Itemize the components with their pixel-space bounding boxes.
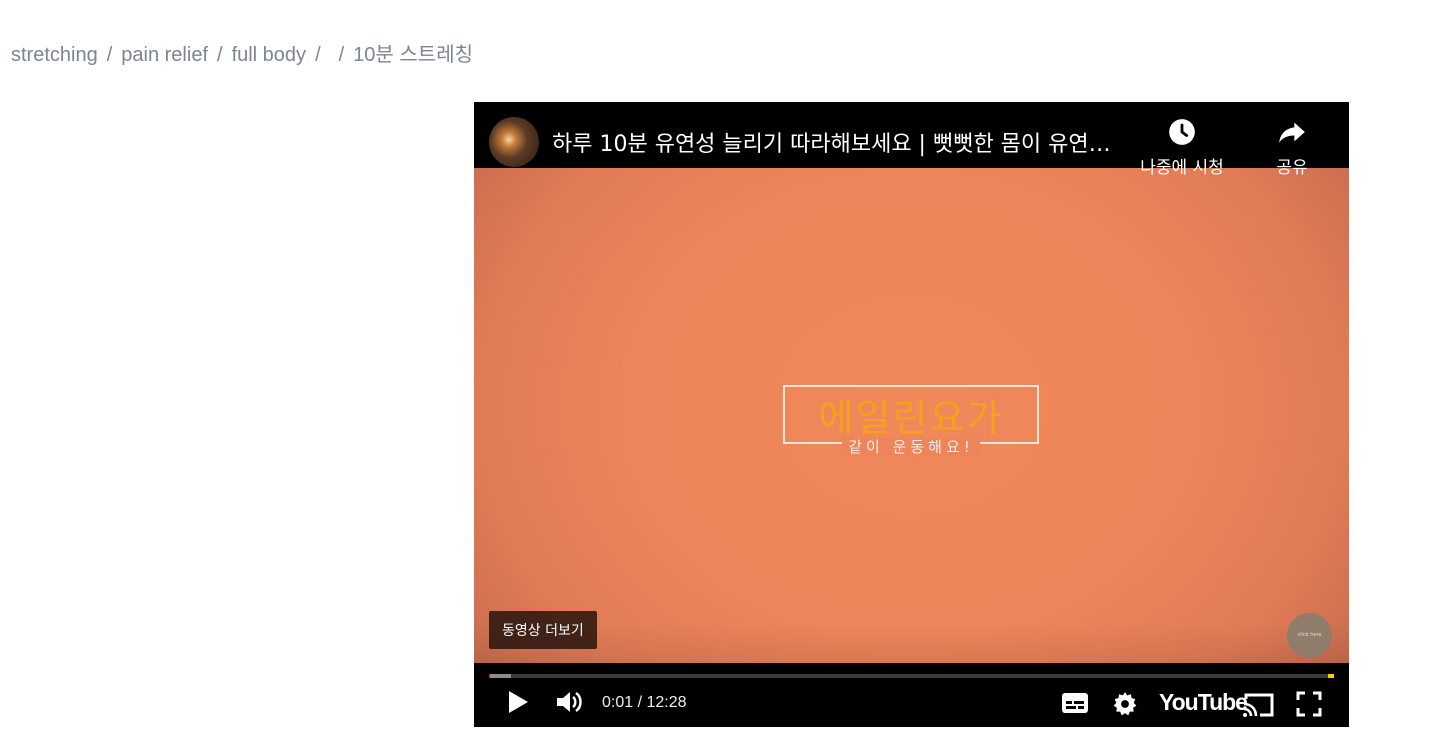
breadcrumb: stretching / pain relief / full body / / 10분 스트… — [11, 38, 473, 67]
play-icon — [509, 691, 528, 713]
channel-avatar[interactable] — [489, 117, 539, 167]
settings-gear-icon — [1113, 692, 1137, 716]
share-label: 공유 — [1276, 158, 1308, 178]
settings-button[interactable] — [1112, 691, 1138, 721]
breadcrumb-separator: / — [315, 44, 321, 66]
subtitles-icon — [1062, 693, 1088, 713]
clock-icon — [1169, 119, 1195, 145]
share-arrow-icon — [1279, 122, 1305, 143]
breadcrumb-separator: / — [217, 44, 223, 66]
cast-button[interactable] — [1242, 691, 1276, 723]
fullscreen-button[interactable] — [1296, 691, 1322, 721]
breadcrumb-item-current: 10분 스트레칭 — [353, 44, 473, 66]
volume-icon — [557, 691, 582, 713]
watch-later-label: 나중에 시청 — [1140, 158, 1224, 178]
cast-icon — [1243, 693, 1274, 717]
breadcrumb-item-full-body[interactable]: full body — [232, 44, 307, 66]
channel-watermark[interactable]: click here — [1287, 613, 1332, 658]
progress-played — [489, 674, 491, 678]
progress-buffered — [489, 674, 511, 678]
channel-logo-subtitle: 같이 운동해요! — [783, 436, 1039, 457]
channel-logo-title: 에일린요가 — [818, 396, 1004, 440]
progress-bar[interactable] — [489, 674, 1334, 678]
watch-later-button[interactable]: 나중에 시청 — [1136, 118, 1228, 178]
youtube-logo[interactable]: YouTube — [1159, 689, 1248, 716]
more-videos-button[interactable]: 동영상 더보기 — [489, 611, 597, 649]
share-button[interactable]: 공유 — [1264, 118, 1320, 178]
subtitles-button[interactable] — [1061, 692, 1089, 718]
breadcrumb-item-pain-relief[interactable]: pain relief — [121, 44, 208, 66]
player-top-bar: 하루 10분 유연성 늘리기 따라해보세요 | 뻣뻣한 몸이 유연해지는 전신 … — [474, 102, 1349, 178]
time-display: 0:01 / 12:28 — [602, 694, 687, 711]
channel-logo-subtitle-text: 같이 운동해요! — [842, 438, 980, 456]
progress-end-marker — [1328, 674, 1334, 678]
breadcrumb-item-stretching[interactable]: stretching — [11, 44, 98, 66]
volume-button[interactable] — [556, 690, 584, 718]
video-player[interactable]: 하루 10분 유연성 늘리기 따라해보세요 | 뻣뻣한 몸이 유연해지는 전신 … — [474, 102, 1349, 727]
breadcrumb-separator: / — [338, 44, 345, 66]
fullscreen-icon — [1296, 691, 1322, 717]
player-controls: 0:01 / 12:28 YouTube — [474, 663, 1349, 727]
play-button[interactable] — [507, 690, 529, 718]
breadcrumb-separator: / — [106, 44, 113, 66]
video-title[interactable]: 하루 10분 유연성 늘리기 따라해보세요 | 뻣뻣한 몸이 유연해지는 전신 … — [552, 126, 1122, 158]
